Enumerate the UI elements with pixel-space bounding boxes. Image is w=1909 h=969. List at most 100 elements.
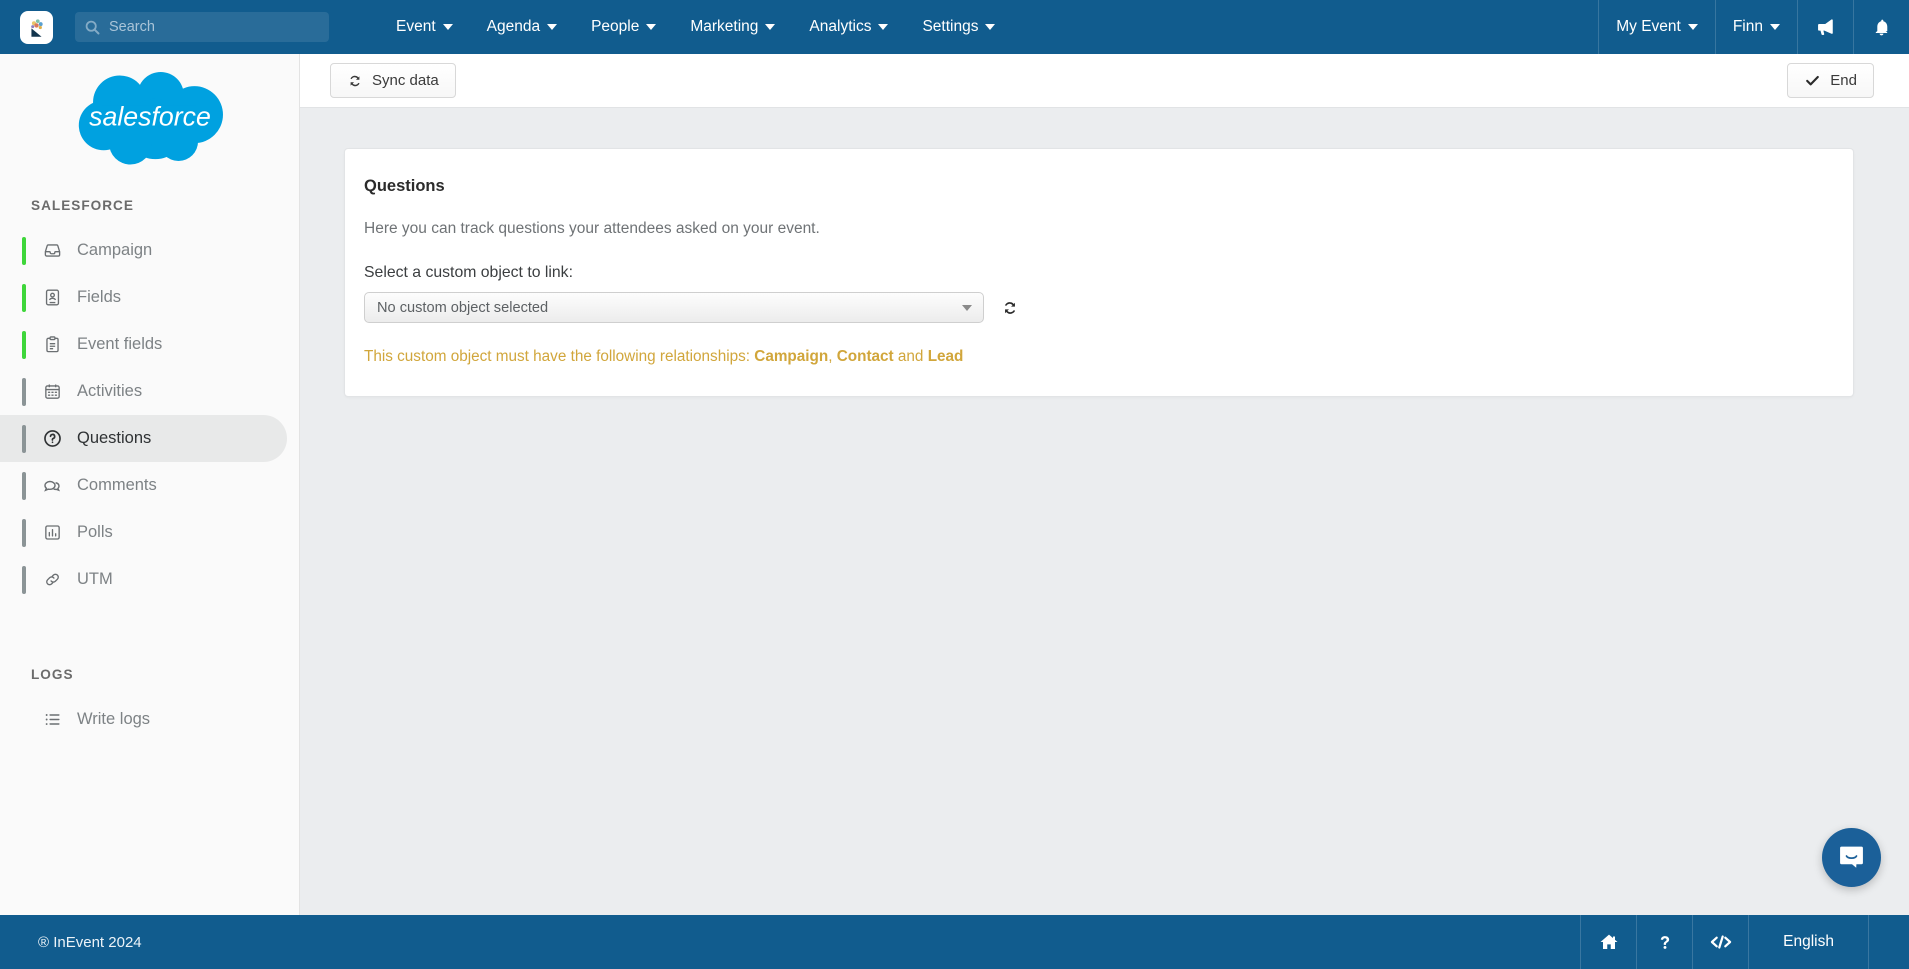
status-bar — [22, 518, 26, 547]
home-icon[interactable] — [1580, 915, 1636, 969]
nav-item-settings[interactable]: Settings — [905, 0, 1012, 54]
warning-prefix: This custom object must have the followi… — [364, 348, 755, 365]
help-glyph — [1660, 935, 1669, 949]
salesforce-logo: salesforce — [0, 54, 299, 186]
sidebar-menu: Campaign Fields Event fields Activities … — [0, 227, 299, 603]
language-selector[interactable]: English — [1748, 915, 1869, 969]
nav-label: Event — [396, 18, 436, 35]
content-area: Questions Here you can track questions y… — [300, 108, 1909, 437]
megaphone-icon[interactable] — [1797, 0, 1853, 54]
page-toolbar: Sync data End — [300, 54, 1909, 108]
nav-label: Analytics — [809, 18, 872, 35]
card-title: Questions — [364, 177, 445, 195]
badge-icon — [39, 288, 65, 307]
sidebar-item-write-logs[interactable]: Write logs — [0, 696, 287, 743]
user-menu[interactable]: Finn — [1714, 0, 1797, 54]
navbar-right-group: My Event Finn — [1598, 0, 1909, 54]
chevron-down-icon — [878, 24, 889, 30]
main-area: Sync data End Questions Here you can tra… — [300, 54, 1909, 915]
event-switcher[interactable]: My Event — [1598, 0, 1715, 54]
question-mark-icon[interactable] — [1636, 915, 1692, 969]
chevron-down-icon — [962, 304, 972, 311]
status-bar — [22, 706, 26, 734]
sidebar-item-label: UTM — [77, 570, 113, 588]
custom-object-select-value: No custom object selected — [377, 299, 549, 316]
sidebar-section-salesforce: SALESFORCE — [31, 198, 134, 213]
sidebar-item-label: Comments — [77, 476, 157, 494]
code-icon[interactable] — [1692, 915, 1748, 969]
question-circle-icon — [39, 428, 65, 449]
custom-object-field-label: Select a custom object to link: — [364, 264, 573, 281]
footer-copyright: ® InEvent 2024 — [38, 933, 142, 951]
nav-item-agenda[interactable]: Agenda — [470, 0, 574, 54]
user-menu-label: Finn — [1732, 18, 1763, 35]
sidebar-item-questions[interactable]: Questions — [0, 415, 287, 462]
nav-label: Settings — [922, 18, 979, 35]
nav-label: People — [591, 18, 640, 35]
link-icon — [39, 570, 65, 589]
nav-item-analytics[interactable]: Analytics — [792, 0, 905, 54]
sidebar-item-polls[interactable]: Polls — [0, 509, 287, 556]
chevron-down-icon — [1770, 24, 1780, 30]
sidebar-item-comments[interactable]: Comments — [0, 462, 287, 509]
calendar-icon — [39, 382, 65, 401]
nav-item-event[interactable]: Event — [379, 0, 470, 54]
chevron-down-icon — [985, 24, 996, 30]
check-icon — [1806, 75, 1820, 86]
warning-sep-2: and — [893, 348, 928, 365]
nav-item-people[interactable]: People — [574, 0, 673, 54]
footer: ® InEvent 2024 English — [0, 915, 1909, 969]
inevent-logo-icon[interactable] — [20, 10, 53, 44]
warning-rel-lead: Lead — [927, 348, 964, 365]
chat-bubble-icon[interactable] — [1822, 828, 1881, 887]
sidebar-item-fields[interactable]: Fields — [0, 274, 287, 321]
custom-object-select-row: No custom object selected — [364, 292, 1834, 323]
status-bar — [22, 283, 26, 312]
card-description: Here you can track questions your attend… — [364, 220, 820, 237]
end-button[interactable]: End — [1787, 63, 1874, 98]
salesforce-wordmark: salesforce — [89, 101, 211, 131]
chevron-down-icon — [1687, 24, 1698, 30]
sidebar-item-label: Questions — [77, 429, 152, 447]
search-input[interactable] — [109, 19, 319, 35]
status-bar — [22, 565, 26, 594]
bell-glyph — [1875, 19, 1888, 35]
nav-label: Agenda — [486, 18, 541, 35]
clipboard-icon — [39, 335, 65, 354]
status-bar — [22, 330, 26, 359]
warning-rel-contact: Contact — [836, 348, 894, 365]
chevron-down-icon — [442, 24, 453, 30]
refresh-icon — [350, 75, 360, 86]
chevron-down-icon — [646, 24, 657, 30]
search-box[interactable] — [75, 12, 329, 42]
sync-data-label: Sync data — [372, 72, 439, 89]
footer-actions: English — [1580, 915, 1909, 969]
comments-icon — [39, 476, 65, 496]
sidebar-item-label: Activities — [77, 382, 143, 400]
refresh-objects-icon[interactable] — [1001, 299, 1019, 317]
refresh-glyph — [1004, 301, 1016, 314]
bar-chart-icon — [39, 523, 65, 542]
sidebar-item-event-fields[interactable]: Event fields — [0, 321, 287, 368]
search-icon — [85, 20, 100, 34]
sidebar-item-activities[interactable]: Activities — [0, 368, 287, 415]
inbox-icon — [39, 241, 65, 260]
sidebar-section-logs: LOGS — [31, 667, 74, 682]
status-bar — [22, 236, 26, 265]
questions-card: Questions Here you can track questions y… — [344, 148, 1854, 397]
warning-rel-campaign: Campaign — [754, 348, 829, 365]
sidebar-item-label: Event fields — [77, 335, 163, 353]
sidebar-item-utm[interactable]: UTM — [0, 556, 287, 603]
sidebar-item-campaign[interactable]: Campaign — [0, 227, 287, 274]
sidebar: salesforce SALESFORCE Campaign Fields Ev… — [0, 54, 300, 915]
custom-object-select[interactable]: No custom object selected — [364, 292, 984, 323]
chevron-down-icon — [547, 24, 558, 30]
sync-data-button[interactable]: Sync data — [330, 63, 456, 98]
bell-icon[interactable] — [1853, 0, 1909, 54]
warning-sep-1: , — [828, 348, 837, 365]
nav-item-marketing[interactable]: Marketing — [673, 0, 792, 54]
sidebar-item-label: Polls — [77, 523, 113, 541]
end-label: End — [1830, 72, 1857, 89]
status-bar — [22, 424, 26, 453]
